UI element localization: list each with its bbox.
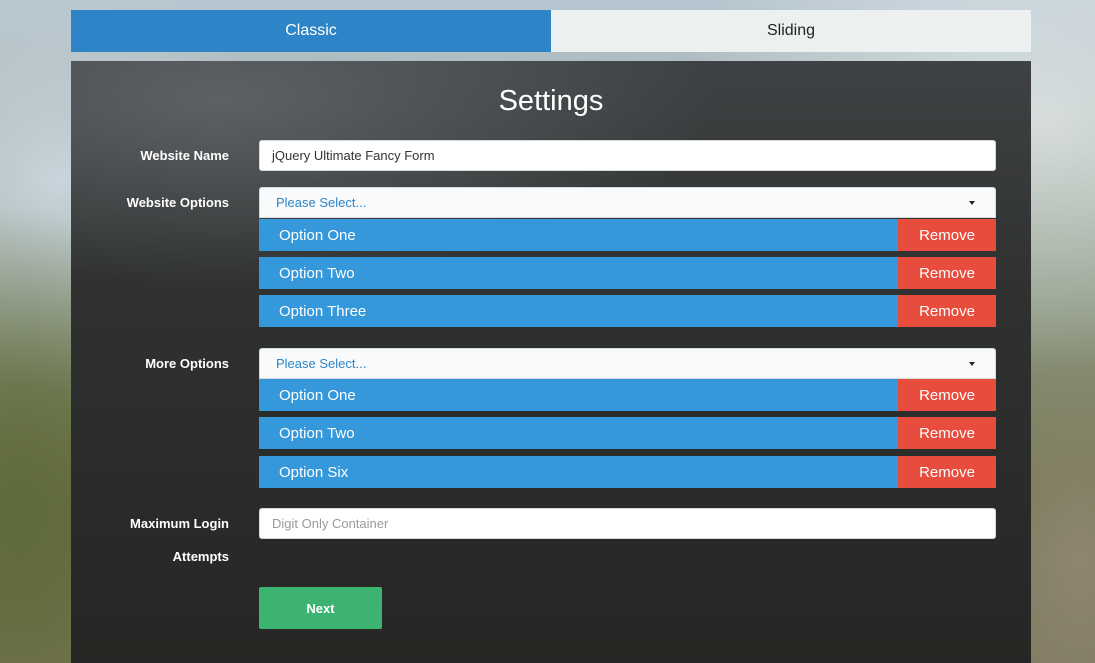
selected-option-row: Option Two Remove bbox=[259, 257, 996, 289]
remove-option-button[interactable]: Remove bbox=[898, 257, 996, 289]
website-name-input[interactable]: jQuery Ultimate Fancy Form bbox=[259, 140, 996, 171]
remove-option-button[interactable]: Remove bbox=[898, 417, 996, 449]
remove-option-button[interactable]: Remove bbox=[898, 219, 996, 251]
tab-classic[interactable]: Classic bbox=[71, 10, 551, 52]
option-label: Option Two bbox=[259, 417, 898, 449]
remove-option-button[interactable]: Remove bbox=[898, 295, 996, 327]
next-button[interactable]: Next bbox=[259, 587, 382, 629]
select-placeholder: Please Select... bbox=[276, 356, 367, 371]
option-label: Option One bbox=[259, 379, 898, 411]
tab-bar: Classic Sliding bbox=[71, 10, 1031, 52]
option-label: Option Three bbox=[259, 295, 898, 327]
more-options-label: More Options bbox=[145, 356, 229, 371]
settings-panel: Settings Website Name jQuery Ultimate Fa… bbox=[71, 61, 1031, 663]
max-login-label-line2: Attempts bbox=[172, 549, 229, 564]
page-title: Settings bbox=[498, 85, 604, 117]
website-name-label: Website Name bbox=[140, 148, 229, 163]
selected-option-row: Option Two Remove bbox=[259, 417, 996, 449]
selected-option-row: Option One Remove bbox=[259, 219, 996, 251]
caret-down-icon bbox=[969, 361, 975, 366]
option-label: Option One bbox=[259, 219, 898, 251]
website-options-label: Website Options bbox=[126, 195, 229, 210]
select-placeholder: Please Select... bbox=[276, 195, 367, 210]
website-options-select[interactable]: Please Select... bbox=[259, 187, 996, 218]
selected-option-row: Option One Remove bbox=[259, 379, 996, 411]
max-login-input[interactable]: Digit Only Container bbox=[259, 508, 996, 539]
selected-option-row: Option Six Remove bbox=[259, 456, 996, 488]
selected-option-row: Option Three Remove bbox=[259, 295, 996, 327]
option-label: Option Six bbox=[259, 456, 898, 488]
max-login-label-line1: Maximum Login bbox=[130, 516, 229, 531]
remove-option-button[interactable]: Remove bbox=[898, 379, 996, 411]
tab-sliding[interactable]: Sliding bbox=[551, 10, 1031, 52]
remove-option-button[interactable]: Remove bbox=[898, 456, 996, 488]
caret-down-icon bbox=[969, 200, 975, 205]
option-label: Option Two bbox=[259, 257, 898, 289]
more-options-select[interactable]: Please Select... bbox=[259, 348, 996, 379]
